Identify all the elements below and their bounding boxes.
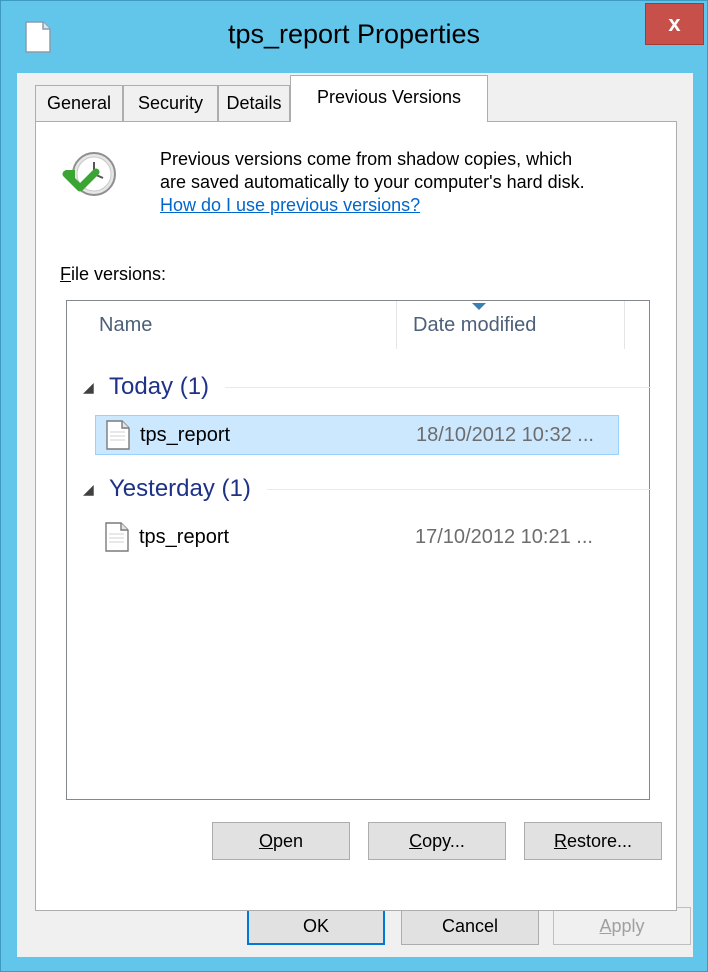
collapse-triangle-icon[interactable]: ◢ — [83, 481, 109, 498]
previous-versions-panel: Previous versions come from shadow copie… — [35, 121, 677, 911]
column-header-date-modified[interactable]: Date modified — [397, 301, 625, 349]
cancel-button[interactable]: Cancel — [401, 907, 539, 945]
item-name: tps_report — [139, 525, 230, 548]
dialog-client-area: General Security Details Previous Versio… — [17, 73, 693, 957]
sort-descending-icon — [472, 303, 486, 310]
restore-clock-icon — [62, 148, 118, 204]
group-header-today[interactable]: ◢ Today (1) — [83, 369, 651, 405]
group-header-yesterday[interactable]: ◢ Yesterday (1) — [83, 471, 651, 507]
apply-button[interactable]: Apply — [553, 907, 691, 945]
help-link[interactable]: How do I use previous versions? — [160, 195, 420, 216]
list-item[interactable]: tps_report 18/10/2012 10:32 ... — [95, 415, 619, 455]
ok-button[interactable]: OK — [247, 907, 385, 945]
window-title: tps_report Properties — [227, 19, 481, 49]
file-versions-list[interactable]: Name Date modified ◢ Today (1) tps_repor… — [66, 300, 651, 800]
copy-button[interactable]: Copy... — [368, 822, 506, 860]
close-button[interactable]: x — [645, 3, 704, 45]
tab-details[interactable]: Details — [218, 85, 290, 121]
item-date-modified: 17/10/2012 10:21 ... — [415, 525, 593, 548]
item-name: tps_report — [140, 423, 231, 446]
title-bar[interactable]: tps_report Properties x — [1, 1, 707, 73]
list-item[interactable]: tps_report 17/10/2012 10:21 ... — [95, 517, 619, 557]
tab-security[interactable]: Security — [123, 85, 218, 121]
properties-window: tps_report Properties x General Security… — [0, 0, 708, 972]
group-divider — [225, 386, 651, 388]
intro-description: Previous versions come from shadow copie… — [160, 149, 585, 192]
column-header-name[interactable]: Name — [67, 301, 397, 349]
collapse-triangle-icon[interactable]: ◢ — [83, 379, 109, 396]
tab-general[interactable]: General — [35, 85, 123, 121]
close-icon: x — [668, 11, 681, 36]
item-date-modified: 18/10/2012 10:32 ... — [416, 423, 594, 446]
tab-previous-versions[interactable]: Previous Versions — [290, 75, 488, 122]
open-button[interactable]: Open — [212, 822, 350, 860]
document-icon — [106, 420, 130, 450]
group-divider — [266, 488, 651, 490]
file-versions-label: File versions: — [60, 264, 167, 284]
document-icon — [105, 522, 129, 552]
restore-button[interactable]: Restore... — [524, 822, 662, 860]
